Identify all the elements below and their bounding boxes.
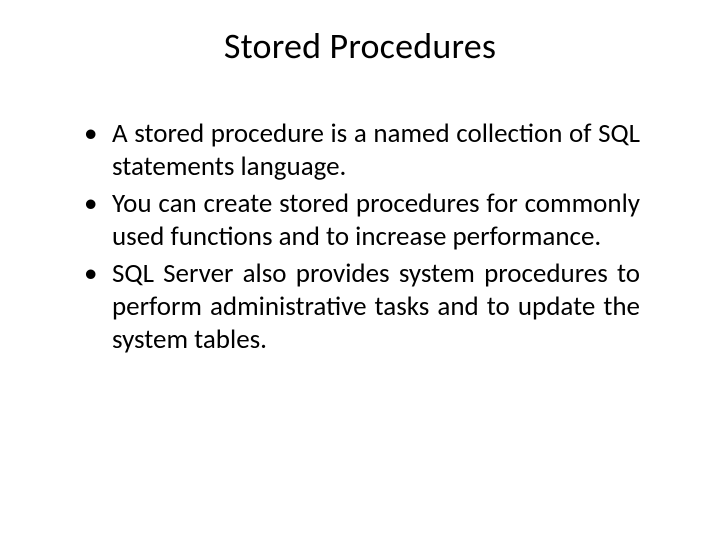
bullet-list: A stored procedure is a named collection… bbox=[60, 118, 660, 357]
list-item: You can create stored procedures for com… bbox=[80, 188, 640, 254]
slide-title: Stored Procedures bbox=[60, 24, 660, 68]
list-item: A stored procedure is a named collection… bbox=[80, 118, 640, 184]
slide: Stored Procedures A stored procedure is … bbox=[0, 0, 720, 540]
list-item: SQL Server also provides system procedur… bbox=[80, 258, 640, 357]
